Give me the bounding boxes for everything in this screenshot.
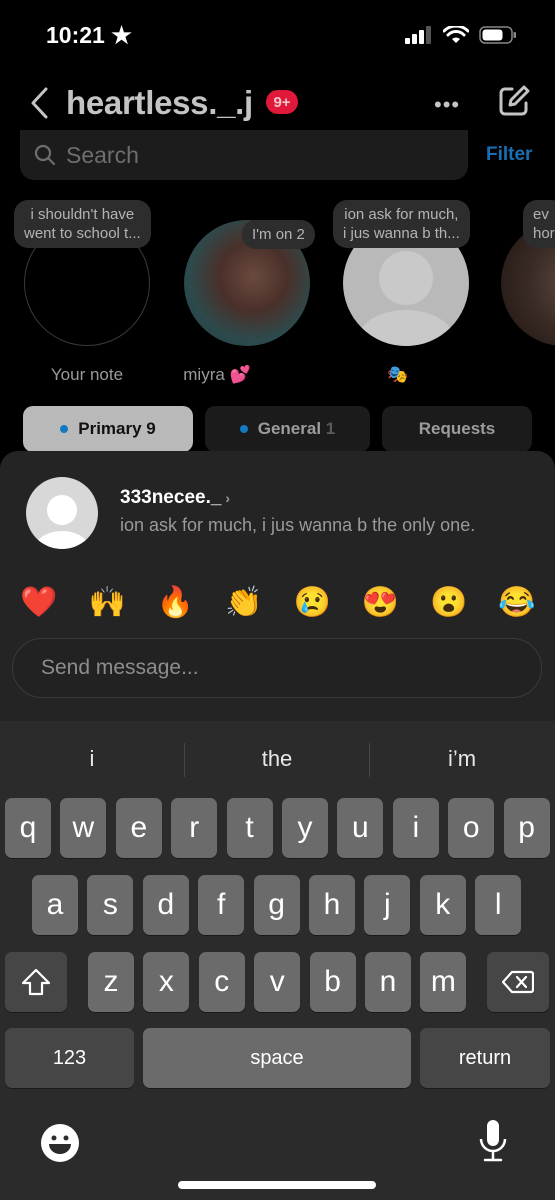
reaction-raised-hands[interactable]: 🙌 <box>86 583 128 623</box>
key-u[interactable]: u <box>337 798 384 858</box>
key-i[interactable]: i <box>392 798 439 858</box>
status-time: 10:21 ★ <box>46 22 132 49</box>
key-o[interactable]: o <box>448 798 495 858</box>
search-input[interactable]: Search <box>20 130 468 180</box>
key-v[interactable]: v <box>254 952 301 1012</box>
inbox-tabs: Primary 9 General 1 Requests <box>0 406 555 452</box>
note-label: miyra 💕 <box>183 365 251 384</box>
suggestion-item[interactable]: i’m <box>370 739 554 779</box>
tab-label: General <box>257 419 322 438</box>
tab-count: 1 <box>325 419 336 438</box>
key-a[interactable]: a <box>32 875 78 935</box>
notification-badge: 9+ <box>266 90 298 114</box>
reaction-crying[interactable]: 😢 <box>291 583 333 623</box>
note-bubble[interactable]: I'm on 2 <box>242 220 315 249</box>
key-b[interactable]: b <box>309 952 356 1012</box>
key-n[interactable]: n <box>365 952 411 1012</box>
note-label: Your note <box>50 365 124 384</box>
microphone-icon[interactable] <box>478 1119 508 1163</box>
key-g[interactable]: g <box>253 875 300 935</box>
space-key[interactable]: space <box>143 1028 411 1088</box>
key-r[interactable]: r <box>171 798 218 858</box>
send-message-input[interactable]: Send message... <box>12 638 542 698</box>
return-key[interactable]: return <box>420 1028 550 1088</box>
keyboard: i the i’m q w e r t y u i o p a s d f g h j k l z x c v b n m 123 s… <box>0 721 555 1200</box>
account-title[interactable]: heartless._.j <box>66 84 253 122</box>
reaction-laughing[interactable]: 😂 <box>496 583 538 623</box>
key-j[interactable]: j <box>364 875 411 935</box>
key-d[interactable]: d <box>142 875 189 935</box>
emoji-keyboard-icon[interactable] <box>40 1123 80 1163</box>
star-icon: ★ <box>111 22 132 48</box>
filter-button[interactable]: Filter <box>486 144 532 166</box>
note-bubble[interactable]: ion ask for much, i jus wanna b th... <box>333 200 470 248</box>
tab-primary[interactable]: Primary 9 <box>23 406 193 452</box>
backspace-icon <box>502 970 534 994</box>
key-l[interactable]: l <box>475 875 522 935</box>
key-f[interactable]: f <box>198 875 245 935</box>
quick-reactions: ❤️ 🙌 🔥 👏 😢 😍 😮 😂 <box>18 583 538 623</box>
more-horizontal-icon[interactable]: ••• <box>434 92 460 118</box>
unread-dot <box>239 425 248 433</box>
status-bar: 10:21 ★ <box>0 0 555 70</box>
note-item-unknown-user[interactable]: ion ask for much, i jus wanna b th... 🎭 <box>333 195 483 395</box>
key-k[interactable]: k <box>419 875 466 935</box>
suggestion-item[interactable]: i <box>0 739 184 779</box>
note-item-your-note[interactable]: i shouldn't have went to school t... You… <box>14 195 164 395</box>
unread-dot <box>60 425 69 433</box>
tab-label: Requests <box>418 419 496 438</box>
battery-icon <box>479 26 516 44</box>
note-item-partial[interactable]: ev hor <box>501 195 555 395</box>
username-text: 333necee._ <box>120 487 222 508</box>
predictive-bar: i the i’m <box>0 739 555 779</box>
reaction-heart-eyes[interactable]: 😍 <box>359 583 401 623</box>
note-reply-header: 333necee._ › ion ask for much, i jus wann… <box>26 477 546 551</box>
shift-icon <box>21 968 51 996</box>
tab-count: 9 <box>146 419 156 438</box>
note-text: ion ask for much, i jus wanna b the only… <box>120 515 476 535</box>
send-message-placeholder: Send message... <box>41 656 199 679</box>
reaction-clap[interactable]: 👏 <box>223 583 265 623</box>
key-z[interactable]: z <box>88 952 134 1012</box>
key-w[interactable]: w <box>60 798 107 858</box>
home-indicator <box>178 1181 376 1189</box>
key-q[interactable]: q <box>5 798 51 858</box>
wifi-icon <box>443 26 469 43</box>
compose-icon[interactable] <box>497 84 531 118</box>
key-e[interactable]: e <box>115 798 162 858</box>
reaction-surprised[interactable]: 😮 <box>428 583 470 623</box>
search-placeholder: Search <box>66 141 139 168</box>
key-c[interactable]: c <box>198 952 245 1012</box>
header: heartless._.j 9+ ••• <box>0 80 555 130</box>
note-item-miyra[interactable]: I'm on 2 miyra 💕 <box>183 195 324 395</box>
tab-label: Primary <box>78 419 142 438</box>
key-p[interactable]: p <box>503 798 550 858</box>
avatar[interactable] <box>26 477 98 549</box>
reply-username[interactable]: 333necee._ › <box>120 487 230 509</box>
key-h[interactable]: h <box>309 875 355 935</box>
tab-general[interactable]: General 1 <box>205 406 370 452</box>
key-x[interactable]: x <box>143 952 190 1012</box>
default-avatar-icon <box>36 495 88 549</box>
cellular-signal-icon <box>405 26 431 44</box>
back-chevron-icon[interactable] <box>28 86 52 120</box>
clock-text: 10:21 <box>46 22 105 48</box>
tab-requests[interactable]: Requests <box>382 406 532 452</box>
note-label: 🎭 <box>387 365 409 384</box>
reaction-heart[interactable]: ❤️ <box>18 583 60 623</box>
chevron-right-icon: › <box>225 490 231 506</box>
search-icon <box>34 144 56 166</box>
key-t[interactable]: t <box>226 798 273 858</box>
suggestion-item[interactable]: the <box>185 739 369 779</box>
note-bubble[interactable]: i shouldn't have went to school t... <box>14 200 151 248</box>
key-m[interactable]: m <box>420 952 467 1012</box>
key-y[interactable]: y <box>282 798 328 858</box>
shift-key[interactable] <box>5 952 67 1012</box>
notes-row: i shouldn't have went to school t... You… <box>0 195 555 395</box>
numbers-key[interactable]: 123 <box>5 1028 134 1088</box>
reaction-fire[interactable]: 🔥 <box>155 583 197 623</box>
key-s[interactable]: s <box>87 875 134 935</box>
note-bubble[interactable]: ev hor <box>523 200 555 248</box>
backspace-key[interactable] <box>487 952 549 1012</box>
